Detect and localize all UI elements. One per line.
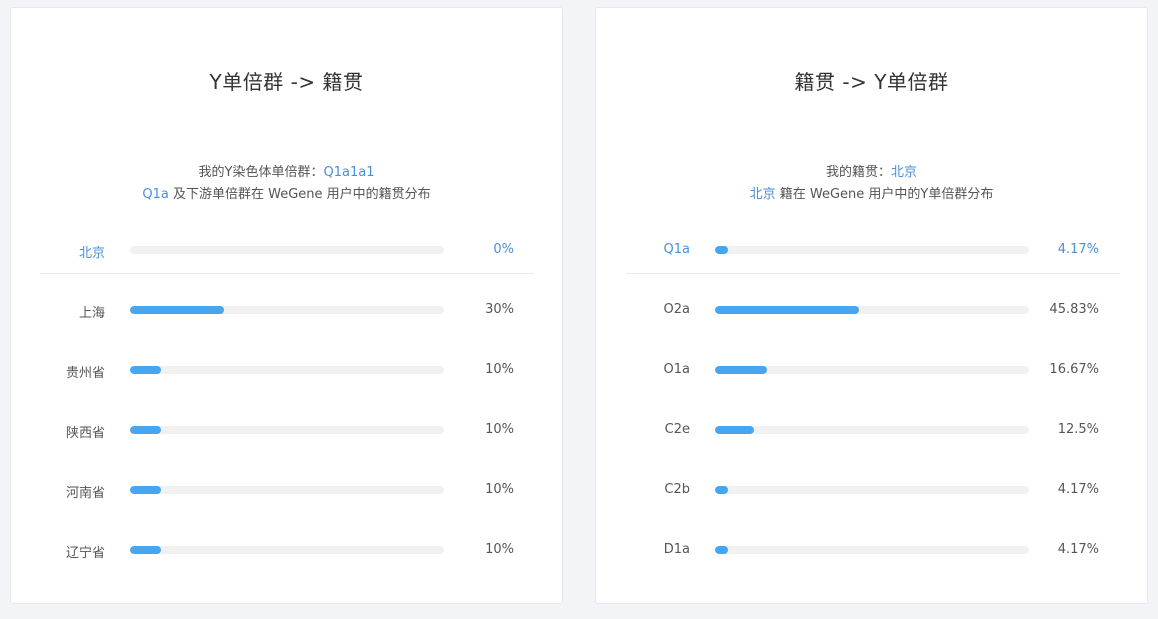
bar-value-label: 10% <box>485 482 514 497</box>
bar-fill <box>130 546 162 554</box>
bar-track <box>130 426 444 434</box>
subtitle-prefix: 我的籍贯： <box>825 165 891 180</box>
subtitle-prefix: 我的Y染色体单倍群： <box>198 165 324 180</box>
bar-value-label: 4.17% <box>1057 542 1099 557</box>
panel-subtitle: 我的籍贯：北京 <box>596 161 1147 180</box>
panel-title: Y单倍群 -> 籍贯 <box>209 70 364 94</box>
bar-fill <box>130 426 162 434</box>
bar-value-label: 4.17% <box>1057 482 1099 497</box>
bar-value-label: 30% <box>485 302 514 317</box>
bar-row: 北京 0% <box>11 230 562 270</box>
bar-category-label: C2b <box>664 482 690 497</box>
bar-fill <box>715 306 859 314</box>
bar-category-label: O1a <box>663 362 690 377</box>
bar-value-label: 0% <box>493 242 514 257</box>
panel-subtitle: 我的Y染色体单倍群：Q1a1a1 <box>11 161 562 180</box>
bar-track <box>715 306 1029 314</box>
bar-row: 河南省 10% <box>11 470 562 510</box>
haplogroup-bar-list: Q1a 4.17% O2a 45.83% O1a 16.67% C2e 12.5% C2b 4.1… <box>596 230 1147 570</box>
bar-category-label: 河南省 <box>65 486 105 501</box>
bar-track <box>715 246 1029 254</box>
origin-link[interactable]: 北京 <box>750 187 776 202</box>
bar-category-label: C2e <box>664 422 690 437</box>
bar-value-label: 10% <box>485 422 514 437</box>
my-origin-link[interactable]: 北京 <box>891 165 917 180</box>
bar-category-label: 辽宁省 <box>65 546 105 561</box>
bar-fill <box>715 546 729 554</box>
bar-track <box>130 246 444 254</box>
bar-row: 辽宁省 10% <box>11 530 562 570</box>
bar-category-label: 陕西省 <box>65 426 105 441</box>
bar-track <box>715 486 1029 494</box>
bar-row: Q1a 4.17% <box>596 230 1147 270</box>
origin-to-haplogroup-panel: 籍贯 -> Y单倍群 我的籍贯：北京 北京 籍在 WeGene 用户中的Y单倍群… <box>595 7 1148 604</box>
haplogroup-to-origin-panel: Y单倍群 -> 籍贯 我的Y染色体单倍群：Q1a1a1 Q1a 及下游单倍群在 … <box>10 7 563 604</box>
bar-category-label: 上海 <box>78 306 105 321</box>
bar-fill <box>715 366 768 374</box>
bar-track <box>715 426 1029 434</box>
description-text: 籍在 WeGene 用户中的Y单倍群分布 <box>775 187 994 202</box>
bar-row: 贵州省 10% <box>11 350 562 390</box>
bar-category-label[interactable]: Q1a <box>596 242 690 257</box>
bar-track <box>130 306 444 314</box>
bar-value-label: 16.67% <box>1049 362 1099 377</box>
bar-category-label: 贵州省 <box>65 366 105 381</box>
bar-fill <box>715 426 755 434</box>
bar-value-label: 12.5% <box>1057 422 1099 437</box>
origin-bar-list: 北京 0% 上海 30% 贵州省 10% 陕西省 10% 河南省 10% 辽宁省 10% <box>11 230 562 570</box>
bar-fill <box>130 306 225 314</box>
bar-value-label: 45.83% <box>1049 302 1099 317</box>
bar-row: D1a 4.17% <box>596 530 1147 570</box>
panel-description: 北京 籍在 WeGene 用户中的Y单倍群分布 <box>596 183 1147 202</box>
bar-fill <box>130 366 162 374</box>
bar-track <box>130 486 444 494</box>
bar-track <box>715 366 1029 374</box>
description-text: 及下游单倍群在 WeGene 用户中的籍贯分布 <box>168 187 431 202</box>
panel-title: 籍贯 -> Y单倍群 <box>794 70 949 94</box>
bar-row: O1a 16.67% <box>596 350 1147 390</box>
bar-fill <box>715 246 729 254</box>
bar-fill <box>130 486 162 494</box>
haplogroup-link[interactable]: Q1a <box>142 187 168 202</box>
bar-row: 陕西省 10% <box>11 410 562 450</box>
bar-row: O2a 45.83% <box>596 290 1147 330</box>
bar-value-label: 10% <box>485 362 514 377</box>
bar-row: C2b 4.17% <box>596 470 1147 510</box>
bar-fill <box>715 486 729 494</box>
bar-track <box>715 546 1029 554</box>
bar-category-label: D1a <box>663 542 690 557</box>
bar-category-label[interactable]: 北京 <box>11 242 105 261</box>
bar-value-label: 10% <box>485 542 514 557</box>
bar-value-label: 4.17% <box>1057 242 1099 257</box>
bar-row: 上海 30% <box>11 290 562 330</box>
my-haplogroup-link[interactable]: Q1a1a1 <box>323 165 374 180</box>
bar-track <box>130 366 444 374</box>
bar-category-label: O2a <box>663 302 690 317</box>
bar-track <box>130 546 444 554</box>
panel-description: Q1a 及下游单倍群在 WeGene 用户中的籍贯分布 <box>11 183 562 202</box>
bar-row: C2e 12.5% <box>596 410 1147 450</box>
